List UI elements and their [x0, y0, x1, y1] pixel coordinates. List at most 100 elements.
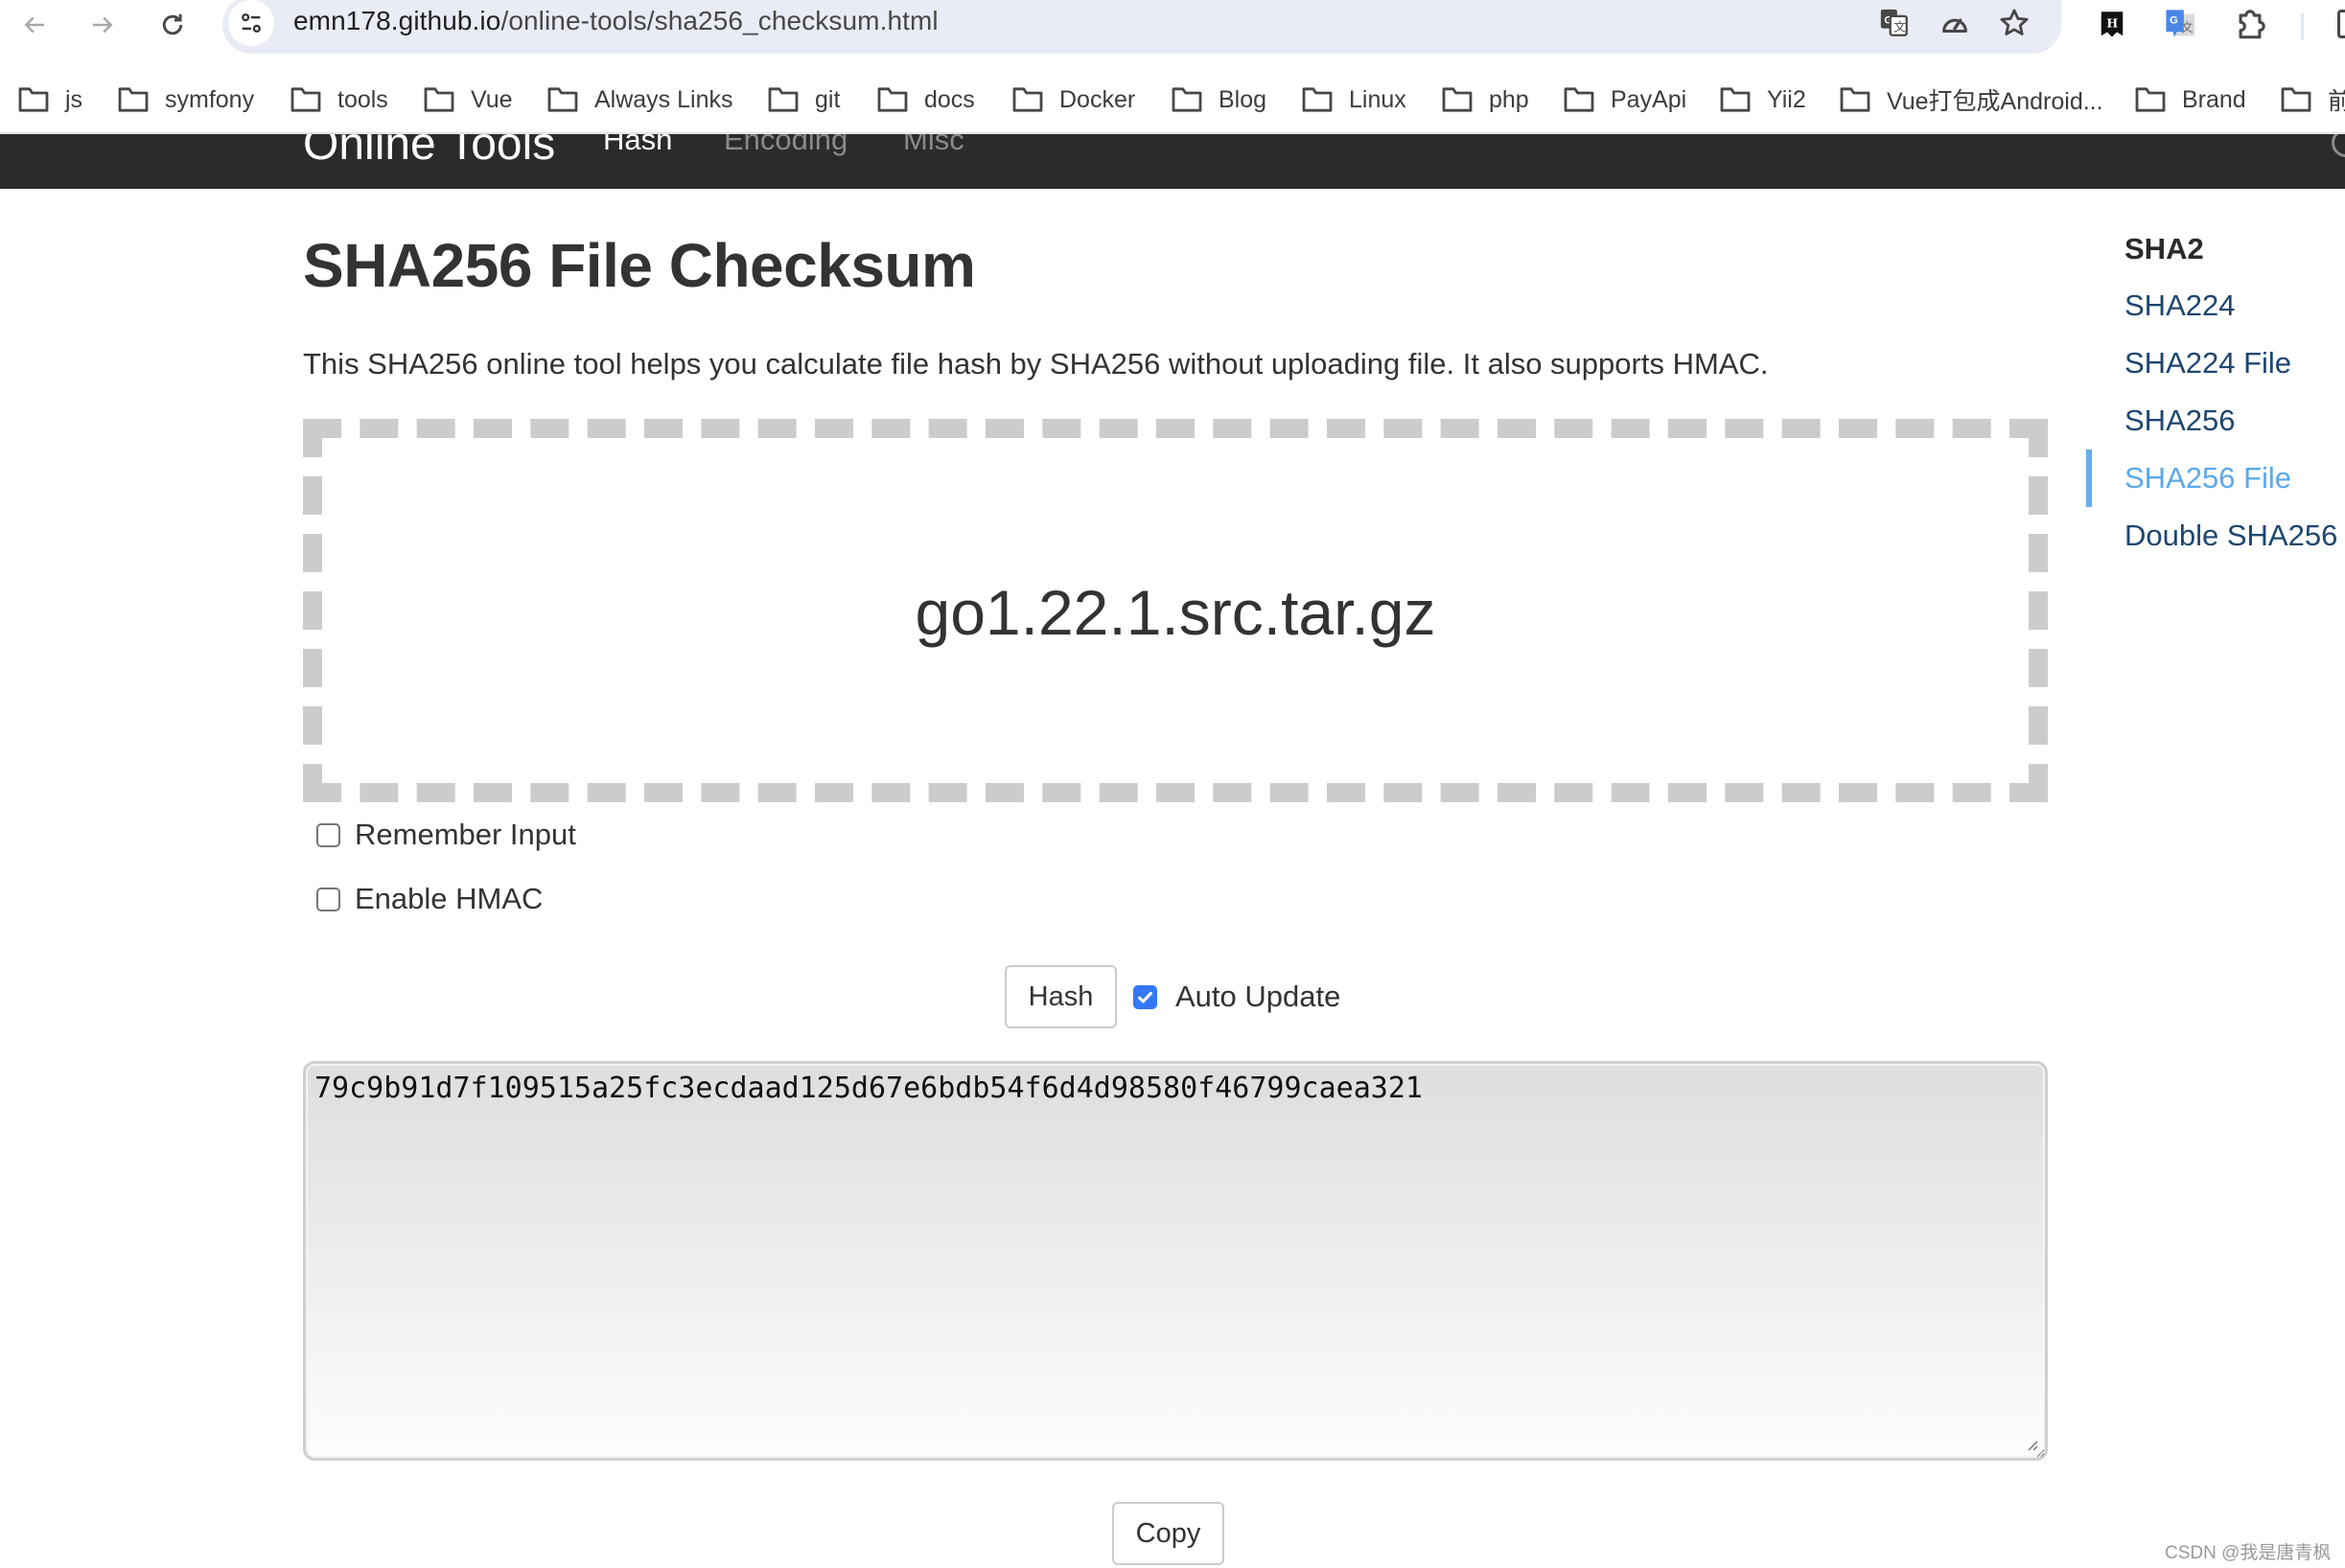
bookmark-folder[interactable]: 前: [2280, 81, 2345, 119]
reload-button[interactable]: [151, 4, 194, 46]
translate-page-button[interactable]: G 文: [1875, 4, 1914, 42]
bookmark-label: php: [1489, 85, 1529, 113]
bookmark-folder[interactable]: Linux: [1301, 81, 1406, 119]
back-button[interactable]: [13, 4, 56, 46]
site-brand[interactable]: Online Tools: [303, 134, 555, 171]
folder-icon: [768, 87, 799, 112]
auto-update-option[interactable]: Auto Update: [1133, 978, 1340, 1016]
bookmarks-bar: js symfony tools Vue Always Links git do…: [0, 71, 2345, 132]
address-bar[interactable]: emn178.github.io/online-tools/sha256_che…: [222, 0, 2061, 54]
bookmark-label: PayApi: [1611, 85, 1687, 113]
folder-icon: [1012, 87, 1043, 112]
active-indicator: [2086, 450, 2092, 507]
folder-icon: [290, 87, 321, 112]
resize-handle-icon[interactable]: [2024, 1437, 2039, 1452]
file-dropzone[interactable]: go1.22.1.src.tar.gz: [303, 419, 2048, 802]
svg-text:文: 文: [1893, 21, 1906, 35]
svg-text:H: H: [2106, 16, 2118, 31]
url-text[interactable]: emn178.github.io/online-tools/sha256_che…: [293, 6, 939, 36]
bookmark-label: Yii2: [1767, 85, 1806, 113]
toolbar-divider: [2301, 13, 2304, 40]
enable-hmac-checkbox[interactable]: [316, 887, 340, 911]
auto-update-checkbox[interactable]: [1133, 984, 1157, 1009]
bookmark-folder[interactable]: docs: [876, 81, 975, 119]
bookmark-label: symfony: [165, 85, 255, 113]
forward-icon: [93, 16, 113, 34]
bookmark-folder[interactable]: Blog: [1171, 81, 1266, 119]
nav-link-encoding[interactable]: Encoding: [724, 134, 847, 157]
bookmark-label: tools: [337, 85, 388, 113]
folder-icon: [424, 87, 454, 112]
bookmark-label: docs: [924, 85, 975, 113]
performance-button[interactable]: [1936, 4, 1974, 42]
bookmark-folder[interactable]: Brand: [2134, 81, 2246, 119]
sidebar-heading: SHA2: [2124, 232, 2204, 265]
nav-link-hash[interactable]: Hash: [603, 134, 672, 157]
bookmark-folder[interactable]: Vue打包成Android...: [1839, 81, 2103, 119]
folder-icon: [1564, 87, 1594, 112]
hexo-extension-button[interactable]: H: [2093, 6, 2131, 44]
folder-icon: [2135, 87, 2166, 112]
bookmark-label: Linux: [1349, 85, 1406, 113]
watermark: CSDN @我是唐青枫: [2165, 1543, 2332, 1563]
url-path: /online-tools/sha256_checksum.html: [500, 6, 939, 35]
nav-link-misc[interactable]: Misc: [903, 134, 964, 157]
sidebar-item-sha224[interactable]: SHA224: [2124, 288, 2235, 323]
bookmark-label: Brand: [2182, 85, 2246, 113]
bookmark-folder[interactable]: js: [17, 81, 82, 119]
forward-button[interactable]: [81, 4, 124, 46]
folder-icon: [18, 87, 49, 112]
side-panel-icon[interactable]: [2337, 10, 2345, 38]
output-textarea[interactable]: 79c9b91d7f109515a25fc3ecdaad125d67e6bdb5…: [303, 1061, 2048, 1461]
bookmark-folder[interactable]: git: [767, 81, 840, 119]
folder-icon: [1720, 87, 1751, 112]
browser-toolbar: emn178.github.io/online-tools/sha256_che…: [0, 0, 2345, 71]
url-host: emn178.github.io: [293, 6, 501, 35]
bookmark-label: 前: [2328, 88, 2345, 115]
bookmark-folder[interactable]: Always Links: [546, 81, 733, 119]
folder-icon: [877, 87, 908, 112]
svg-text:G: G: [2170, 15, 2178, 27]
bookmark-label: js: [65, 85, 83, 113]
folder-icon: [547, 87, 578, 112]
bookmark-label: Vue: [471, 85, 513, 113]
selected-filename: go1.22.1.src.tar.gz: [915, 577, 1436, 648]
page-description: This SHA256 online tool helps you calcul…: [303, 347, 1769, 380]
bookmark-label: Always Links: [594, 85, 733, 113]
bookmark-label: Blog: [1219, 85, 1267, 113]
remember-input-label: Remember Input: [355, 818, 576, 851]
checkmark-icon: [1138, 991, 1152, 1003]
bookmark-label: git: [815, 85, 841, 113]
remember-input-option[interactable]: Remember Input: [316, 816, 576, 854]
sidebar-item-sha256[interactable]: SHA256: [2124, 404, 2235, 438]
performance-icon: [1942, 18, 1967, 34]
google-translate-extension-icon: 文 G: [2166, 10, 2195, 37]
auto-update-label: Auto Update: [1175, 980, 1341, 1013]
hash-output: 79c9b91d7f109515a25fc3ecdaad125d67e6bdb5…: [314, 1072, 1423, 1105]
folder-icon: [1302, 87, 1333, 112]
bookmark-folder[interactable]: Vue: [423, 81, 513, 119]
extensions-button[interactable]: [2231, 6, 2269, 44]
remember-input-checkbox[interactable]: [316, 822, 340, 847]
bookmark-folder[interactable]: Yii2: [1719, 81, 1806, 119]
folder-icon: [1840, 87, 1870, 112]
reload-icon: [162, 13, 183, 35]
sidebar-item-double-sha256[interactable]: Double SHA256: [2124, 519, 2337, 553]
bookmark-folder[interactable]: php: [1441, 81, 1529, 119]
navbar-right-icon[interactable]: [2332, 134, 2345, 157]
folder-icon: [2281, 87, 2311, 112]
sidebar-item-sha256-file[interactable]: SHA256 File: [2124, 461, 2291, 496]
hash-button[interactable]: Hash: [1005, 965, 1117, 1028]
bookmark-folder[interactable]: symfony: [117, 81, 254, 119]
bookmark-folder[interactable]: PayApi: [1563, 81, 1686, 119]
sidebar-item-sha224-file[interactable]: SHA224 File: [2124, 346, 2291, 380]
bookmark-folder[interactable]: tools: [290, 81, 388, 119]
google-translate-extension-button[interactable]: 文 G: [2162, 6, 2200, 44]
copy-button[interactable]: Copy: [1112, 1502, 1224, 1565]
site-info-button[interactable]: [228, 0, 274, 46]
enable-hmac-option[interactable]: Enable HMAC: [316, 880, 543, 918]
translate-icon: G 文: [1880, 9, 1908, 36]
bookmark-star-button[interactable]: [1995, 4, 2033, 42]
site-navbar: Online Tools Hash Encoding Misc: [0, 134, 2345, 189]
bookmark-folder[interactable]: Docker: [1011, 81, 1135, 119]
